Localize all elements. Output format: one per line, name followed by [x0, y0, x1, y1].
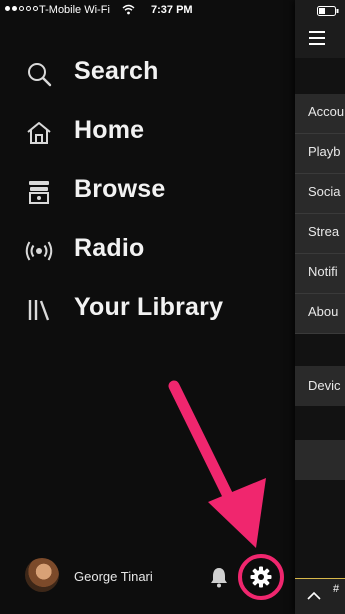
- settings-item-about[interactable]: Abou: [295, 294, 345, 334]
- gear-icon[interactable]: [250, 566, 272, 588]
- search-icon: [28, 63, 52, 87]
- menu-item-search[interactable]: Search: [0, 48, 295, 98]
- settings-item-social[interactable]: Socia: [295, 174, 345, 214]
- clock: 7:37 PM: [151, 4, 193, 16]
- menu-item-radio[interactable]: Radio: [0, 225, 295, 275]
- signal-strength-icon: [5, 6, 38, 11]
- radio-icon: [25, 241, 53, 261]
- menu-item-label: Home: [74, 116, 145, 144]
- carrier-name: T-Mobile Wi-Fi: [39, 4, 110, 16]
- settings-item-devices[interactable]: Devic: [295, 366, 345, 406]
- annotation-arrow: [168, 380, 266, 548]
- settings-item-playback[interactable]: Playb: [295, 134, 345, 174]
- bell-icon[interactable]: [209, 566, 229, 588]
- settings-panel: Accou Playb Socia Strea Notifi Abou Devi…: [295, 0, 345, 614]
- settings-item-streaming[interactable]: Strea: [295, 214, 345, 254]
- drawer-footer: George Tinari: [0, 552, 295, 602]
- menu-item-browse[interactable]: Browse: [0, 166, 295, 216]
- navigation-drawer: T-Mobile Wi-Fi 7:37 PM Search Home Brows…: [0, 0, 295, 614]
- menu-item-home[interactable]: Home: [0, 107, 295, 157]
- hamburger-icon[interactable]: [309, 31, 325, 49]
- menu-item-label: Radio: [74, 234, 145, 262]
- avatar[interactable]: [25, 558, 59, 592]
- wifi-icon: [122, 4, 135, 15]
- menu-item-your-library[interactable]: Your Library: [0, 284, 295, 334]
- settings-item-notifications[interactable]: Notifi: [295, 254, 345, 294]
- menu-item-label: Your Library: [74, 293, 224, 321]
- panel-spacer: [295, 58, 345, 94]
- status-bar: T-Mobile Wi-Fi 7:37 PM: [0, 0, 295, 22]
- username[interactable]: George Tinari: [74, 569, 153, 584]
- panel-header: [295, 22, 345, 58]
- settings-item[interactable]: [295, 440, 345, 480]
- panel-status-bar: [295, 0, 345, 22]
- home-icon: [27, 122, 51, 144]
- browse-icon: [29, 181, 49, 204]
- menu-item-label: Browse: [74, 175, 166, 203]
- mini-player-bar[interactable]: #: [295, 578, 345, 614]
- chevron-up-icon[interactable]: [307, 591, 321, 601]
- menu-item-label: Search: [74, 57, 159, 85]
- library-icon: [28, 300, 50, 321]
- battery-icon: [317, 6, 339, 16]
- now-playing-text: #: [333, 583, 340, 595]
- settings-item-account[interactable]: Accou: [295, 94, 345, 134]
